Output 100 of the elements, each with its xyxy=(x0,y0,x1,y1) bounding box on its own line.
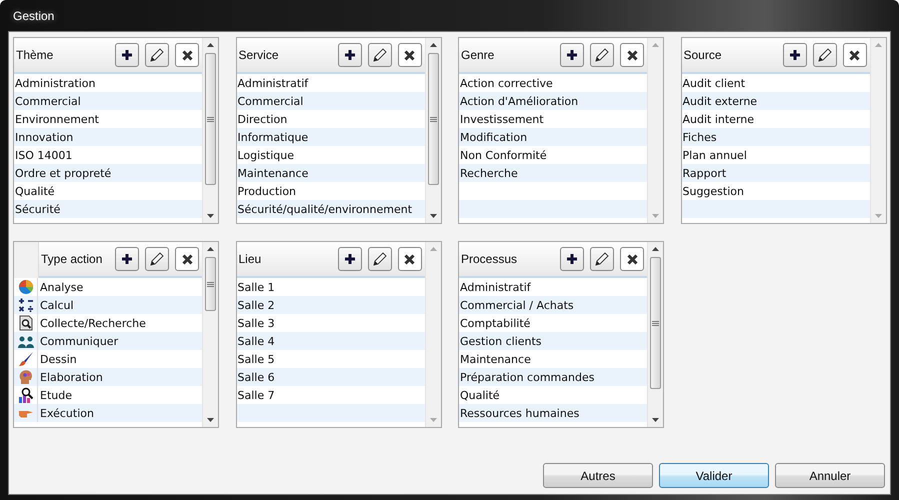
scroll-down-icon[interactable] xyxy=(207,418,214,422)
edit-button[interactable] xyxy=(590,43,614,67)
list-item[interactable]: Non Conformité xyxy=(459,148,547,162)
delete-button[interactable] xyxy=(842,43,866,67)
list-item[interactable]: Action corrective xyxy=(459,76,553,90)
add-button[interactable] xyxy=(338,247,362,271)
list-item[interactable]: Collecte/Recherche xyxy=(38,316,146,330)
list-item[interactable]: Audit externe xyxy=(682,94,758,108)
list-item[interactable]: Logistique xyxy=(236,148,294,162)
list-item[interactable]: Action d'Amélioration xyxy=(459,94,578,108)
scroll-thumb[interactable] xyxy=(428,53,438,185)
list-item[interactable]: Dessin xyxy=(38,352,77,366)
add-button[interactable] xyxy=(560,247,584,271)
dialog-button[interactable]: Valider xyxy=(659,463,769,488)
grip-icon xyxy=(207,116,214,122)
list-item[interactable]: Ressources humaines xyxy=(459,406,580,420)
add-button[interactable] xyxy=(782,43,806,67)
list-item[interactable]: Rapport xyxy=(682,166,726,180)
scroll-down-icon[interactable] xyxy=(430,214,436,218)
edit-button[interactable] xyxy=(812,43,836,67)
list-item[interactable]: Maintenance xyxy=(236,166,308,180)
add-button[interactable] xyxy=(115,43,139,67)
pencil-icon xyxy=(149,251,165,267)
scroll-thumb[interactable] xyxy=(205,257,216,311)
list-item[interactable]: Qualité xyxy=(459,388,500,402)
list-item[interactable]: Audit interne xyxy=(682,112,754,126)
list-item[interactable]: Audit client xyxy=(682,76,746,90)
add-button[interactable] xyxy=(115,247,139,271)
list-item[interactable]: Commercial xyxy=(236,94,304,108)
edit-button[interactable] xyxy=(368,247,392,271)
list-item[interactable]: Administratif xyxy=(459,280,531,294)
list-item[interactable]: Qualité xyxy=(14,184,55,198)
list-item[interactable]: Elaboration xyxy=(38,370,103,384)
list-item[interactable]: Préparation commandes xyxy=(459,370,594,384)
list-item[interactable]: Comptabilité xyxy=(459,316,530,330)
delete-button[interactable] xyxy=(175,43,199,67)
delete-button[interactable] xyxy=(398,43,422,67)
close-icon xyxy=(849,50,860,60)
list-item[interactable]: Communiquer xyxy=(38,334,118,348)
list-item[interactable]: Sécurité/qualité/environnement xyxy=(236,202,412,216)
scroll-up-icon[interactable] xyxy=(430,43,436,47)
scroll-up-icon[interactable] xyxy=(207,43,214,47)
add-button[interactable] xyxy=(560,43,584,67)
list-item[interactable]: Direction xyxy=(236,112,288,126)
list-item[interactable]: Recherche xyxy=(459,166,518,180)
list-item[interactable]: Plan annuel xyxy=(682,148,747,162)
scroll-up-icon[interactable] xyxy=(652,247,659,251)
scrollbar[interactable] xyxy=(202,38,218,223)
scrollbar[interactable] xyxy=(647,242,663,427)
scrollbar[interactable] xyxy=(424,38,440,223)
scroll-down-icon[interactable] xyxy=(207,214,214,218)
magnifier-chart-icon xyxy=(18,387,34,403)
brush-icon xyxy=(18,351,34,367)
close-icon xyxy=(404,50,415,60)
list-item[interactable]: Commercial xyxy=(14,94,81,108)
list-item[interactable]: Exécution xyxy=(38,406,94,420)
edit-button[interactable] xyxy=(145,43,169,67)
list-item[interactable]: Salle 2 xyxy=(236,298,275,312)
panel-title: Source xyxy=(684,48,723,62)
scroll-thumb[interactable] xyxy=(650,257,661,389)
list-item[interactable]: Salle 7 xyxy=(236,388,275,402)
list-item[interactable]: Salle 6 xyxy=(236,370,275,384)
dialog-button[interactable]: Annuler xyxy=(775,463,885,488)
list-item[interactable]: ISO 14001 xyxy=(14,148,72,162)
list-item[interactable]: Innovation xyxy=(14,130,74,144)
list-item[interactable]: Commercial / Achats xyxy=(459,298,574,312)
list-item[interactable]: Calcul xyxy=(38,298,74,312)
list-item[interactable]: Maintenance xyxy=(459,352,531,366)
list-item[interactable]: Administration xyxy=(14,76,96,90)
scrollbar[interactable] xyxy=(202,242,218,427)
edit-button[interactable] xyxy=(590,247,614,271)
scroll-up-icon[interactable] xyxy=(207,247,214,251)
list-item[interactable]: Etude xyxy=(38,388,72,402)
list-item[interactable]: Production xyxy=(236,184,296,198)
scroll-thumb[interactable] xyxy=(205,53,216,185)
list-item[interactable]: Fiches xyxy=(682,130,717,144)
list-item[interactable]: Informatique xyxy=(236,130,308,144)
list-item[interactable]: Modification xyxy=(459,130,528,144)
edit-button[interactable] xyxy=(368,43,392,67)
dialog-button[interactable]: Autres xyxy=(543,463,653,488)
list-item[interactable]: Analyse xyxy=(38,280,84,294)
list-item[interactable]: Sécurité xyxy=(14,202,60,216)
delete-button[interactable] xyxy=(398,247,422,271)
delete-button[interactable] xyxy=(175,247,199,271)
edit-button[interactable] xyxy=(145,247,169,271)
list-item[interactable]: Salle 3 xyxy=(236,316,275,330)
scroll-down-icon[interactable] xyxy=(652,418,659,422)
list-item[interactable]: Administratif xyxy=(236,76,308,90)
add-button[interactable] xyxy=(338,43,362,67)
delete-button[interactable] xyxy=(620,43,644,67)
list-item[interactable]: Investissement xyxy=(459,112,544,126)
delete-button[interactable] xyxy=(620,247,644,271)
list-item[interactable]: Ordre et propreté xyxy=(14,166,112,180)
head-icon xyxy=(18,369,34,385)
list-item[interactable]: Gestion clients xyxy=(459,334,542,348)
list-item[interactable]: Salle 1 xyxy=(236,280,275,294)
list-item[interactable]: Suggestion xyxy=(682,184,744,198)
list-item[interactable]: Environnement xyxy=(14,112,99,126)
list-item[interactable]: Salle 5 xyxy=(236,352,275,366)
list-item[interactable]: Salle 4 xyxy=(236,334,275,348)
